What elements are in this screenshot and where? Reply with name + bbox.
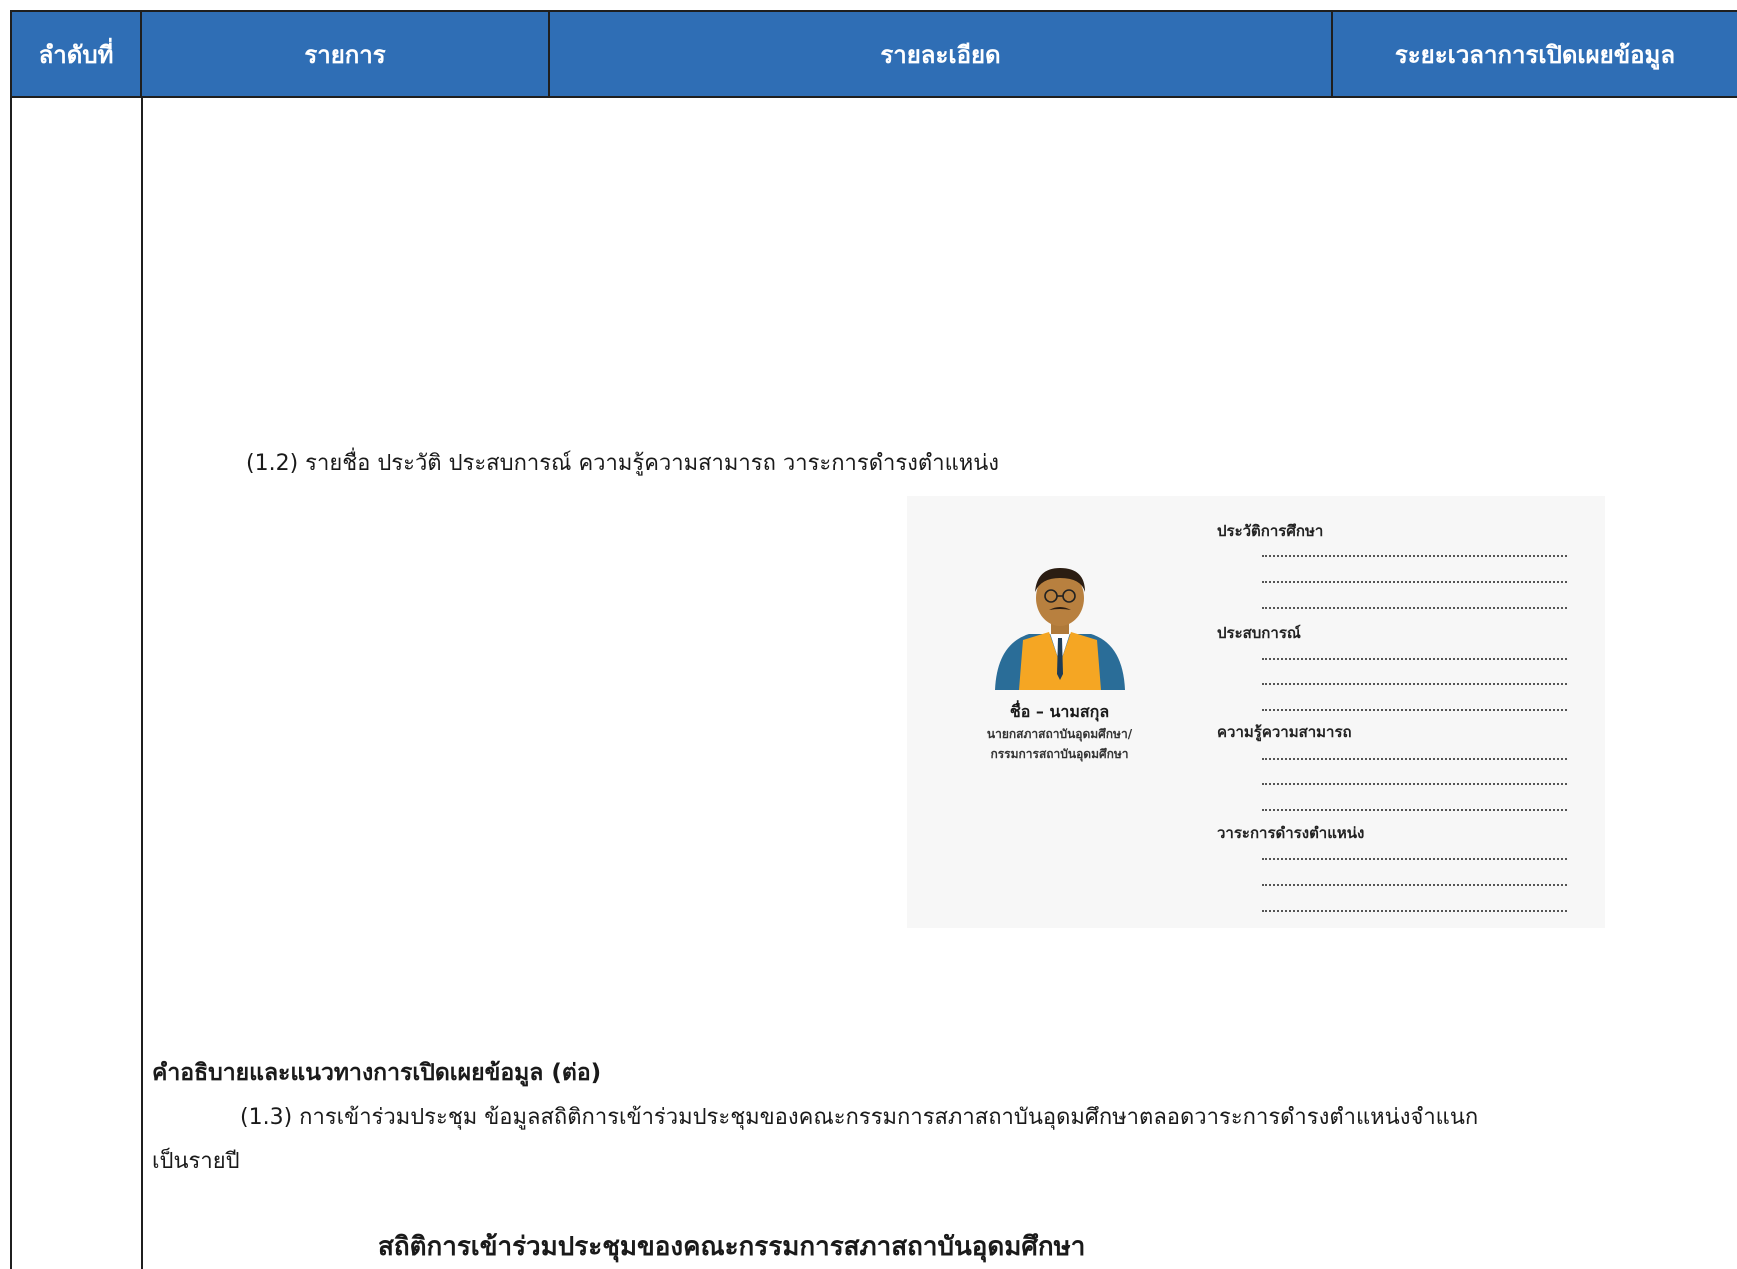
profile-role-line1: นายกสภาสถาบันอุดมศึกษา/ [986, 727, 1133, 741]
header-item: รายการ [142, 10, 550, 98]
section-knowledge: ความรู้ความสามารถ [1217, 723, 1352, 741]
statistics-title: สถิติการเข้าร่วมประชุมของคณะกรรมการสภาสถ… [378, 1232, 1086, 1262]
person-avatar-icon [995, 568, 1125, 690]
dotted-line [1262, 607, 1567, 609]
profile-card: ชื่อ – นามสกุล นายกสภาสถาบันอุดมศึกษา/ ก… [907, 496, 1605, 928]
profile-role-line2: กรรมการสถาบันอุดมศึกษา [990, 747, 1129, 761]
disclosure-guideline-heading: คำอธิบายและแนวทางการเปิดเผยข้อมูล (ต่อ) [152, 1060, 602, 1086]
dotted-line [1262, 858, 1567, 860]
header-order-number: ลำดับที่ [10, 10, 142, 98]
dotted-line [1262, 581, 1567, 583]
dotted-line [1262, 809, 1567, 811]
dotted-line [1262, 884, 1567, 886]
dotted-line [1262, 683, 1567, 685]
table-border-column [141, 98, 143, 1269]
dotted-line [1262, 555, 1567, 557]
dotted-line [1262, 709, 1567, 711]
item-1-2-text: (1.2) รายชื่อ ประวัติ ประสบการณ์ ความรู้… [246, 451, 1000, 476]
document-page: ลำดับที่ รายการ รายละเอียด ระยะเวลาการเป… [0, 0, 1737, 1269]
dotted-line [1262, 658, 1567, 660]
dotted-line [1262, 758, 1567, 760]
profile-name: ชื่อ – นามสกุล [1009, 702, 1110, 721]
item-1-3-text: (1.3) การเข้าร่วมประชุม ข้อมูลสถิติการเข… [240, 1105, 1479, 1130]
section-education: ประวัติการศึกษา [1217, 522, 1324, 540]
dotted-line [1262, 783, 1567, 785]
header-disclosure-period: ระยะเวลาการเปิดเผยข้อมูล [1333, 10, 1737, 98]
item-1-3-text-cont: เป็นรายปี [152, 1149, 240, 1174]
header-details: รายละเอียด [550, 10, 1333, 98]
section-term: วาระการดำรงตำแหน่ง [1217, 824, 1365, 842]
section-experience: ประสบการณ์ [1217, 624, 1301, 642]
table-border-left [10, 98, 12, 1269]
dotted-line [1262, 910, 1567, 912]
